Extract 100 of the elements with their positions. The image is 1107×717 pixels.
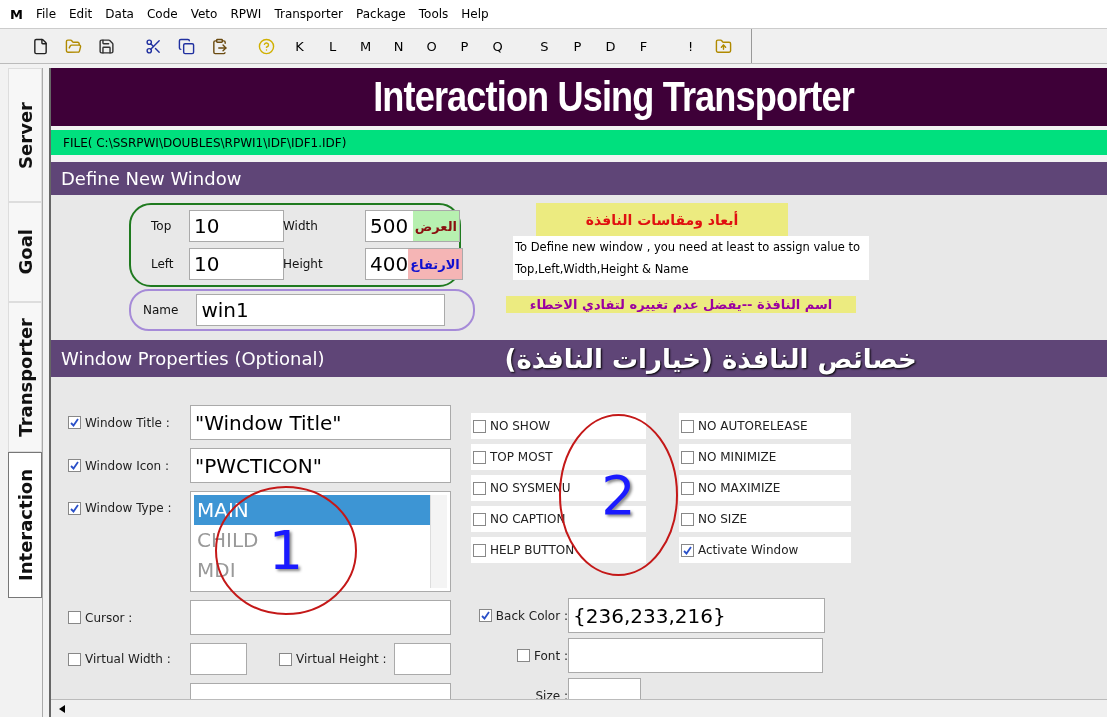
vertical-scrollbar[interactable] <box>430 495 447 588</box>
open-folder-icon <box>65 37 82 55</box>
menu-item[interactable]: Transporter <box>274 7 343 21</box>
checkbox[interactable] <box>473 419 486 433</box>
text-field[interactable]: "Window Title" <box>190 405 451 440</box>
toolbar-button[interactable]: P <box>561 33 594 59</box>
menu-item[interactable]: Tools <box>418 7 449 21</box>
checkbox[interactable] <box>478 609 492 622</box>
field-label: Cursor : <box>85 610 133 625</box>
field-label: Left <box>150 257 175 271</box>
toolbar-button[interactable]: L <box>316 33 349 59</box>
field-label: Top <box>150 219 173 233</box>
flag-option[interactable]: NO MAXIMIZE <box>679 475 851 501</box>
text-field[interactable]: "PWCTICON" <box>190 448 451 483</box>
flag-option[interactable]: NO SHOW <box>471 413 646 439</box>
option-label: TOP MOST <box>490 450 553 464</box>
checkbox[interactable] <box>473 543 486 557</box>
text-field[interactable] <box>568 638 823 673</box>
section-title: Window Properties (Optional) <box>61 348 325 369</box>
checkbox[interactable] <box>279 652 292 666</box>
paste-icon <box>211 37 228 55</box>
field-label: Height <box>282 257 324 271</box>
flag-option[interactable]: NO MINIMIZE <box>679 444 851 470</box>
field-label: Width <box>282 219 319 233</box>
checkbox[interactable] <box>473 450 486 464</box>
arabic-note: الارتفاع <box>408 249 462 279</box>
checkbox[interactable] <box>68 459 81 472</box>
checkbox[interactable] <box>681 512 694 526</box>
arabic-note: العرض <box>412 211 459 241</box>
text-field[interactable]: 10 <box>189 248 284 280</box>
field-label: Back Color : <box>495 608 568 623</box>
toolbar-button[interactable]: D <box>594 33 627 59</box>
banner-title: Interaction Using Transporter <box>373 73 855 121</box>
field-label: Name <box>143 303 179 317</box>
option-label: NO MAXIMIZE <box>698 481 781 495</box>
toolbar-button[interactable]: P <box>448 33 481 59</box>
menu-item[interactable]: Code <box>146 7 178 21</box>
option-label: NO AUTORELEASE <box>698 419 808 433</box>
checkbox[interactable] <box>473 512 486 526</box>
section-title: Define New Window <box>61 168 242 189</box>
field-label: Virtual Height : <box>296 652 387 666</box>
menu-item[interactable]: Veto <box>190 7 218 21</box>
field-label: Window Icon : <box>85 458 170 473</box>
toolbar-button[interactable]: S <box>528 33 561 59</box>
checkbox[interactable] <box>68 652 81 666</box>
text-field[interactable] <box>190 643 247 675</box>
flag-option[interactable]: NO AUTORELEASE <box>679 413 851 439</box>
file-path-bar: FILE( C:\SSRPWI\DOUBLES\RPWI1\IDF\IDF1.IDF) <box>51 130 1107 155</box>
field-label: Size : <box>535 688 568 699</box>
side-tab[interactable]: Interaction <box>8 452 42 598</box>
option-label: NO SIZE <box>698 512 748 526</box>
text-field[interactable]: 10 <box>189 210 284 242</box>
text-field[interactable] <box>394 643 451 675</box>
side-tab[interactable]: Transporter <box>8 302 42 452</box>
checkbox[interactable] <box>681 419 694 433</box>
toolbar-button[interactable]: M <box>349 33 382 59</box>
flag-option[interactable]: HELP BUTTON <box>471 537 646 563</box>
menu-item[interactable]: Edit <box>69 7 93 21</box>
toolbar-button[interactable]: Q <box>481 33 514 59</box>
checkbox[interactable] <box>681 543 694 557</box>
menu-item[interactable]: RPWI <box>230 7 262 21</box>
checkbox[interactable] <box>517 649 530 662</box>
option-label: Activate Window <box>698 543 799 557</box>
checkbox[interactable] <box>681 481 694 495</box>
menu-item[interactable]: Package <box>356 7 406 21</box>
save-icon <box>98 37 115 55</box>
checkbox[interactable] <box>68 501 81 515</box>
field-label: Window Title : <box>85 415 170 430</box>
toolbar-button[interactable]: F <box>627 33 660 59</box>
checkbox[interactable] <box>68 416 81 429</box>
copy-icon <box>178 37 195 55</box>
left-arrow-icon[interactable] <box>59 704 65 713</box>
side-tab[interactable]: Goal <box>8 202 42 302</box>
side-tab[interactable]: Server <box>8 68 42 202</box>
flag-option[interactable]: Activate Window <box>679 537 851 563</box>
checkbox[interactable] <box>68 611 81 624</box>
option-label: NO MINIMIZE <box>698 450 777 464</box>
arabic-title: خصائص النافذة (خيارات النافذة) <box>504 343 917 374</box>
field-label: Font : <box>534 648 568 663</box>
flag-option[interactable]: TOP MOST <box>471 444 646 470</box>
toolbar-button[interactable]: K <box>283 33 316 59</box>
text-field[interactable]: {236,233,216} <box>568 598 825 633</box>
menu-item[interactable]: File <box>35 7 57 21</box>
toolbar-button[interactable]: N <box>382 33 415 59</box>
checkbox[interactable] <box>473 481 486 495</box>
option-label: NO SHOW <box>490 419 551 433</box>
field-label: Window Type : <box>85 501 172 515</box>
flag-option[interactable]: NO SIZE <box>679 506 851 532</box>
name-field[interactable]: win1 <box>196 294 445 326</box>
checkbox[interactable] <box>681 450 694 464</box>
toolbar-button[interactable]: ! <box>674 33 707 59</box>
arabic-note: أبعاد ومقاسات النافذة <box>536 203 788 236</box>
folder-up-icon <box>715 37 732 55</box>
help-icon <box>258 37 275 55</box>
menu-item[interactable]: Data <box>105 7 134 21</box>
text-field[interactable] <box>190 600 451 635</box>
hint-text: To Define new window , you need at least to assign value to Top,Left,Width,Height & Name <box>513 236 869 280</box>
menu-item[interactable]: Help <box>461 7 489 21</box>
toolbar-button[interactable]: O <box>415 33 448 59</box>
app-logo: M <box>10 6 23 22</box>
